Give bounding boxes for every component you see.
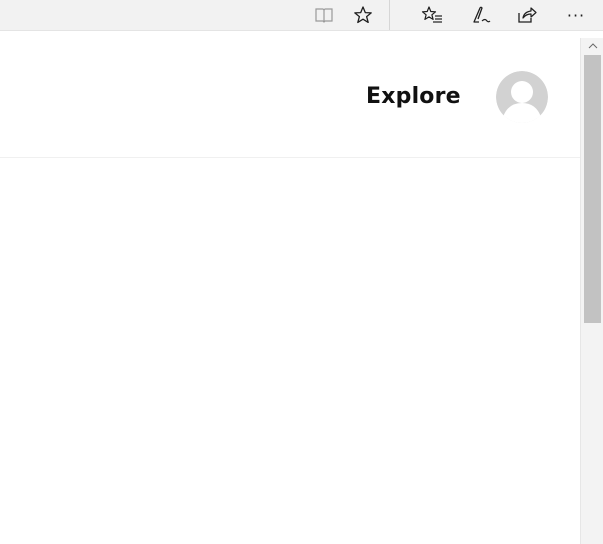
- more-dots-icon[interactable]: ···: [565, 4, 587, 26]
- vertical-scrollbar[interactable]: [580, 38, 603, 544]
- scrollbar-thumb[interactable]: [584, 55, 601, 323]
- scroll-up-arrow-icon[interactable]: [581, 38, 603, 54]
- user-avatar-icon: [496, 71, 548, 123]
- share-icon[interactable]: [516, 4, 538, 26]
- reading-view-icon[interactable]: [313, 4, 335, 26]
- web-note-pen-icon[interactable]: [470, 4, 492, 26]
- toolbar-divider: [389, 0, 390, 30]
- web-page: Explore: [0, 38, 580, 544]
- browser-toolbar: ···: [0, 0, 603, 31]
- avatar[interactable]: [496, 71, 548, 123]
- nav-explore-link[interactable]: Explore: [366, 84, 461, 109]
- site-header: Explore: [0, 38, 580, 158]
- favorites-hub-icon[interactable]: [421, 4, 443, 26]
- favorite-star-icon[interactable]: [352, 4, 374, 26]
